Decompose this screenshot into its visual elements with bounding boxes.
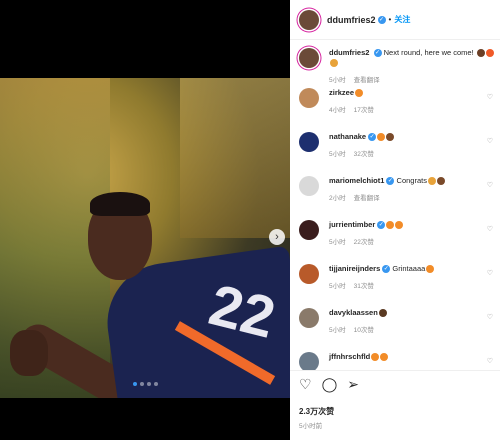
emoji-icon bbox=[380, 353, 389, 362]
comment-likes[interactable]: 17次赞 bbox=[354, 107, 374, 114]
verified-icon: ✓ bbox=[368, 133, 377, 142]
caption-username[interactable]: ddumfries2 bbox=[329, 48, 369, 57]
avatar[interactable] bbox=[299, 88, 319, 108]
emoji-icon bbox=[436, 177, 445, 186]
comment-likes[interactable]: 31次赞 bbox=[354, 283, 374, 290]
avatar[interactable] bbox=[299, 9, 319, 30]
comment-text: Grintaaaa bbox=[392, 264, 426, 273]
post-panel: ddumfries2 ✓ • 关注 ddumfries2 ✓ Next roun… bbox=[290, 0, 500, 440]
carousel-dot bbox=[139, 382, 144, 386]
emoji-icon bbox=[476, 49, 485, 58]
translate-link[interactable]: 查看翻译 bbox=[354, 77, 380, 84]
comment-reply[interactable]: 查看翻译 bbox=[354, 195, 380, 202]
heart-icon[interactable]: ♡ bbox=[487, 225, 493, 233]
emoji-icon bbox=[485, 49, 494, 58]
avatar[interactable] bbox=[299, 220, 319, 240]
emoji-icon bbox=[377, 133, 386, 142]
comment-text: Congrats bbox=[396, 176, 427, 185]
carousel-dot bbox=[132, 382, 137, 386]
heart-icon[interactable]: ♡ bbox=[487, 181, 493, 189]
header-username[interactable]: ddumfries2 bbox=[327, 15, 376, 25]
comment-username[interactable]: mariomelchiot1 bbox=[329, 176, 384, 185]
comment-time: 5小时 bbox=[329, 239, 346, 246]
post-time: 5小时前 bbox=[299, 423, 323, 430]
comment-row: zirkzee 4小时 17次赞 ♡ bbox=[299, 88, 495, 114]
post-photo: 22 bbox=[0, 78, 290, 398]
comment-row: jurrientimber ✓ 5小时 22次赞 ♡ bbox=[299, 220, 495, 246]
emoji-icon bbox=[395, 221, 404, 230]
comment-row: mariomelchiot1 ✓ Congrats 2小时 查看翻译 ♡ bbox=[299, 176, 495, 202]
comment-time: 2小时 bbox=[329, 195, 346, 202]
caption-text: Next round, here we come! bbox=[383, 48, 474, 57]
follow-button[interactable]: 关注 bbox=[394, 14, 410, 25]
post-header: ddumfries2 ✓ • 关注 bbox=[290, 0, 500, 40]
action-bar: ♡ ◯ ➢ bbox=[299, 376, 359, 393]
avatar[interactable] bbox=[299, 352, 319, 370]
comment-time: 5小时 bbox=[329, 327, 346, 334]
likes-count[interactable]: 2.3万次赞 bbox=[299, 406, 334, 417]
comment-username[interactable]: jffnhrschfld bbox=[329, 352, 370, 361]
carousel-dot bbox=[153, 382, 158, 386]
caption-time: 5小时 bbox=[329, 77, 346, 84]
heart-icon[interactable]: ♡ bbox=[487, 93, 493, 101]
comment-likes[interactable]: 32次赞 bbox=[354, 151, 374, 158]
chevron-right-icon[interactable]: › bbox=[269, 229, 285, 245]
avatar[interactable] bbox=[299, 308, 319, 328]
emoji-icon bbox=[426, 265, 435, 274]
comments-list: ddumfries2 ✓ Next round, here we come! 5… bbox=[290, 40, 500, 370]
media-area: 22 › bbox=[0, 0, 290, 440]
comment-likes[interactable]: 10次赞 bbox=[354, 327, 374, 334]
emoji-icon bbox=[386, 133, 395, 142]
comment-username[interactable]: tijjanireijnders bbox=[329, 264, 380, 273]
verified-icon: ✓ bbox=[377, 15, 386, 24]
avatar[interactable] bbox=[299, 48, 319, 68]
comment-icon[interactable]: ◯ bbox=[322, 376, 338, 393]
verified-icon: ✓ bbox=[373, 49, 382, 58]
heart-icon[interactable]: ♡ bbox=[299, 376, 312, 393]
comment-time: 4小时 bbox=[329, 107, 346, 114]
emoji-icon bbox=[371, 353, 380, 362]
heart-icon[interactable]: ♡ bbox=[487, 137, 493, 145]
carousel-dots bbox=[0, 382, 290, 386]
heart-icon[interactable]: ♡ bbox=[487, 313, 493, 321]
comment-row: nathanake ✓ 5小时 32次赞 ♡ bbox=[299, 132, 495, 158]
emoji-icon bbox=[427, 177, 436, 186]
comment-likes[interactable]: 22次赞 bbox=[354, 239, 374, 246]
comment-username[interactable]: jurrientimber bbox=[329, 220, 375, 229]
comment-username[interactable]: nathanake bbox=[329, 132, 366, 141]
comment-username[interactable]: zirkzee bbox=[329, 88, 354, 97]
comment-row: davyklaassen 5小时 10次赞 ♡ bbox=[299, 308, 495, 334]
comment-row: jffnhrschfld ♡ bbox=[299, 352, 495, 370]
emoji-icon bbox=[378, 309, 387, 318]
separator: • bbox=[388, 15, 392, 24]
comment-row: tijjanireijnders ✓ Grintaaaa 5小时 31次赞 ♡ bbox=[299, 264, 495, 290]
avatar[interactable] bbox=[299, 132, 319, 152]
share-icon[interactable]: ➢ bbox=[347, 376, 359, 393]
divider bbox=[290, 370, 500, 371]
emoji-icon bbox=[355, 89, 364, 98]
carousel-dot bbox=[146, 382, 151, 386]
comment-username[interactable]: davyklaassen bbox=[329, 308, 378, 317]
verified-icon: ✓ bbox=[377, 221, 386, 230]
emoji-icon bbox=[330, 59, 338, 68]
heart-icon[interactable]: ♡ bbox=[487, 269, 493, 277]
caption: ddumfries2 ✓ Next round, here we come! 5… bbox=[299, 48, 495, 84]
avatar[interactable] bbox=[299, 176, 319, 196]
avatar[interactable] bbox=[299, 264, 319, 284]
comment-time: 5小时 bbox=[329, 283, 346, 290]
comment-time: 5小时 bbox=[329, 151, 346, 158]
heart-icon[interactable]: ♡ bbox=[487, 357, 493, 365]
emoji-icon bbox=[386, 221, 395, 230]
